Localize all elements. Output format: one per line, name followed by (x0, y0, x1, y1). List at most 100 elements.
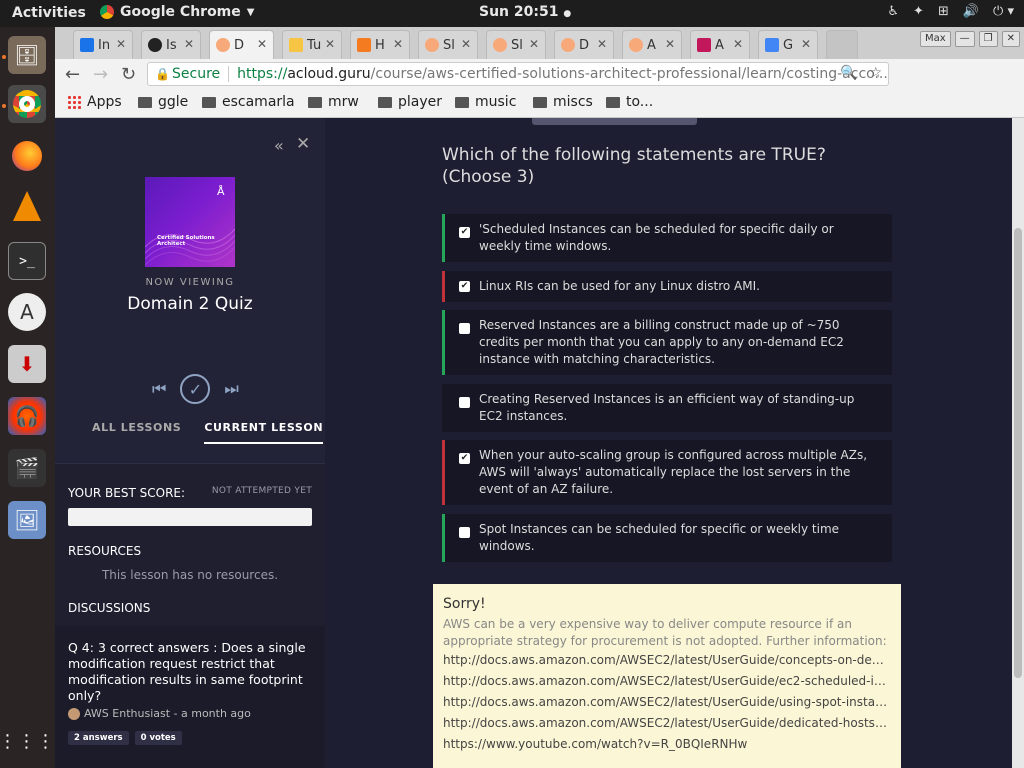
lesson-sidebar: « ✕ Å Certified Solutions Architect NOW … (55, 118, 325, 768)
votes-badge: 0 votes (134, 731, 182, 745)
tab-item[interactable]: Tu ✕ (282, 30, 342, 59)
close-tab-icon[interactable]: ✕ (325, 37, 335, 51)
bookmark-apps[interactable]: Apps (67, 94, 122, 110)
close-tab-icon[interactable]: ✕ (733, 37, 743, 51)
tab-item[interactable]: Sl ✕ (486, 30, 546, 59)
folder-icon (606, 96, 620, 108)
close-tab-icon[interactable]: ✕ (116, 37, 126, 51)
top-nav-remnant (532, 118, 697, 125)
next-lesson-icon[interactable]: ⏭ (224, 379, 238, 399)
video-editor-icon[interactable]: 🎬 (8, 449, 46, 487)
tab-item[interactable]: Sl ✕ (418, 30, 478, 59)
reload-icon[interactable]: ↻ (121, 64, 136, 85)
close-window-icon[interactable]: ✕ (1001, 31, 1020, 47)
bookmark-folder[interactable]: to... (606, 94, 653, 110)
close-tab-icon[interactable]: ✕ (597, 37, 607, 51)
volume-icon[interactable]: 🔊 (963, 4, 979, 19)
bookmark-label: escamarla (222, 94, 295, 110)
author-text: AWS Enthusiast - a month ago (84, 707, 251, 720)
tab-item[interactable]: H ✕ (350, 30, 410, 59)
terminal-icon[interactable]: >_ (8, 242, 46, 280)
answer-option[interactable]: ✔ Linux RIs can be used for any Linux di… (442, 271, 892, 302)
vlc-icon[interactable] (8, 187, 46, 225)
network-icon[interactable]: ⊞ (938, 4, 949, 19)
accessibility-icon[interactable]: ♿ (887, 4, 899, 19)
software-updater-icon[interactable]: A (8, 293, 46, 331)
app-menu[interactable]: Google Chrome ▼ (100, 4, 254, 20)
new-tab-button[interactable] (826, 30, 858, 59)
bookmark-folder[interactable]: miscs (533, 94, 593, 110)
activities-button[interactable]: Activities (12, 5, 86, 21)
discussion-title[interactable]: Q 4: 3 correct answers : Does a single m… (68, 640, 313, 704)
bookmark-folder[interactable]: mrw (308, 94, 359, 110)
close-tab-icon[interactable]: ✕ (393, 37, 403, 51)
audacity-icon[interactable]: 🎧 (8, 397, 46, 435)
bookmark-folder[interactable]: ggle (138, 94, 188, 110)
tab-item[interactable]: A ✕ (622, 30, 682, 59)
collapse-sidebar-icon[interactable]: « (274, 136, 284, 155)
address-bar[interactable]: 🔒 Secure https:// acloud.guru /course/aw… (147, 62, 889, 86)
minimize-icon[interactable]: — (954, 31, 975, 47)
checkbox[interactable]: ✔ (459, 453, 470, 464)
checkbox[interactable] (459, 323, 470, 334)
reference-link[interactable]: http://docs.aws.amazon.com/AWSEC2/latest… (443, 671, 891, 692)
zoom-icon[interactable]: 🔍 (840, 65, 857, 81)
acloudguru-logo-icon: Å (217, 185, 225, 198)
answer-option[interactable]: Creating Reserved Instances is an effici… (442, 384, 892, 432)
max-label[interactable]: Max (919, 31, 951, 47)
close-tab-icon[interactable]: ✕ (184, 37, 194, 51)
clock[interactable]: Sun 20:51 ● (479, 4, 571, 20)
bookmark-folder[interactable]: player (378, 94, 442, 110)
close-tab-icon[interactable]: ✕ (257, 37, 267, 51)
answer-option[interactable]: ✔ 'Scheduled Instances can be scheduled … (442, 214, 892, 262)
dropbox-icon[interactable]: ✦ (913, 4, 924, 19)
tab-current-lesson[interactable]: CURRENT LESSON (204, 421, 324, 444)
page-scrollbar[interactable] (1012, 118, 1024, 768)
tab-item[interactable]: In ✕ (73, 30, 133, 59)
bookmark-folder[interactable]: music (455, 94, 516, 110)
checkbox[interactable] (459, 527, 470, 538)
tab-item[interactable]: D ✕ (554, 30, 614, 59)
reference-link[interactable]: http://docs.aws.amazon.com/AWSEC2/latest… (443, 713, 891, 734)
answer-option[interactable]: Spot Instances can be scheduled for spec… (442, 514, 892, 562)
previous-lesson-icon[interactable]: ⏮ (152, 379, 166, 399)
tab-item[interactable]: G ✕ (758, 30, 818, 59)
show-apps-icon[interactable]: ⋮⋮⋮ (0, 722, 55, 760)
scrollbar-thumb[interactable] (1014, 228, 1022, 678)
checkbox[interactable] (459, 397, 470, 408)
chrome-dock-icon[interactable] (8, 85, 46, 123)
power-icon[interactable]: ⏻ ▾ (993, 4, 1014, 19)
forward-icon[interactable]: → (93, 64, 108, 85)
close-tab-icon[interactable]: ✕ (665, 37, 675, 51)
answer-option[interactable]: ✔ When your auto-scaling group is config… (442, 440, 892, 505)
reference-link[interactable]: https://www.youtube.com/watch?v=R_0BQIeR… (443, 734, 891, 755)
image-viewer-icon[interactable]: 🖼 (8, 501, 46, 539)
tab-item[interactable]: A ✕ (690, 30, 750, 59)
checkbox[interactable]: ✔ (459, 281, 470, 292)
tab-item-active[interactable]: D ✕ (209, 30, 274, 59)
bookmark-label: player (398, 94, 443, 110)
system-tray[interactable]: ♿ ✦ ⊞ 🔊 ⏻ ▾ (887, 4, 1014, 19)
reference-link[interactable]: http://docs.aws.amazon.com/AWSEC2/latest… (443, 692, 891, 713)
mark-complete-icon[interactable]: ✓ (180, 374, 211, 404)
close-sidebar-icon[interactable]: ✕ (296, 134, 310, 154)
back-icon[interactable]: ← (65, 64, 80, 85)
firefox-icon[interactable] (8, 137, 46, 175)
close-tab-icon[interactable]: ✕ (529, 37, 539, 51)
cloud-guru-icon (216, 38, 230, 52)
bookmark-folder[interactable]: escamarla (202, 94, 295, 110)
download-icon[interactable]: ⬇ (8, 345, 46, 383)
restore-icon[interactable]: ❐ (978, 31, 998, 47)
bookmark-star-icon[interactable]: ☆ (869, 65, 882, 81)
aws-icon (357, 38, 371, 52)
checkbox[interactable]: ✔ (459, 227, 470, 238)
close-tab-icon[interactable]: ✕ (461, 37, 471, 51)
close-tab-icon[interactable]: ✕ (801, 37, 811, 51)
reference-link[interactable]: http://docs.aws.amazon.com/AWSEC2/latest… (443, 650, 891, 671)
folder-icon (138, 96, 152, 108)
tab-strip: In ✕ Is ✕ D ✕ Tu ✕ H ✕ Sl ✕ Sl ✕ D ✕ A ✕ A ✕ G ✕ Ma… (55, 27, 1024, 59)
tab-all-lessons[interactable]: ALL LESSONS (92, 421, 181, 444)
tab-item[interactable]: Is ✕ (141, 30, 201, 59)
answer-option[interactable]: Reserved Instances are a billing constru… (442, 310, 892, 375)
files-icon[interactable]: 🗄 (8, 36, 46, 74)
